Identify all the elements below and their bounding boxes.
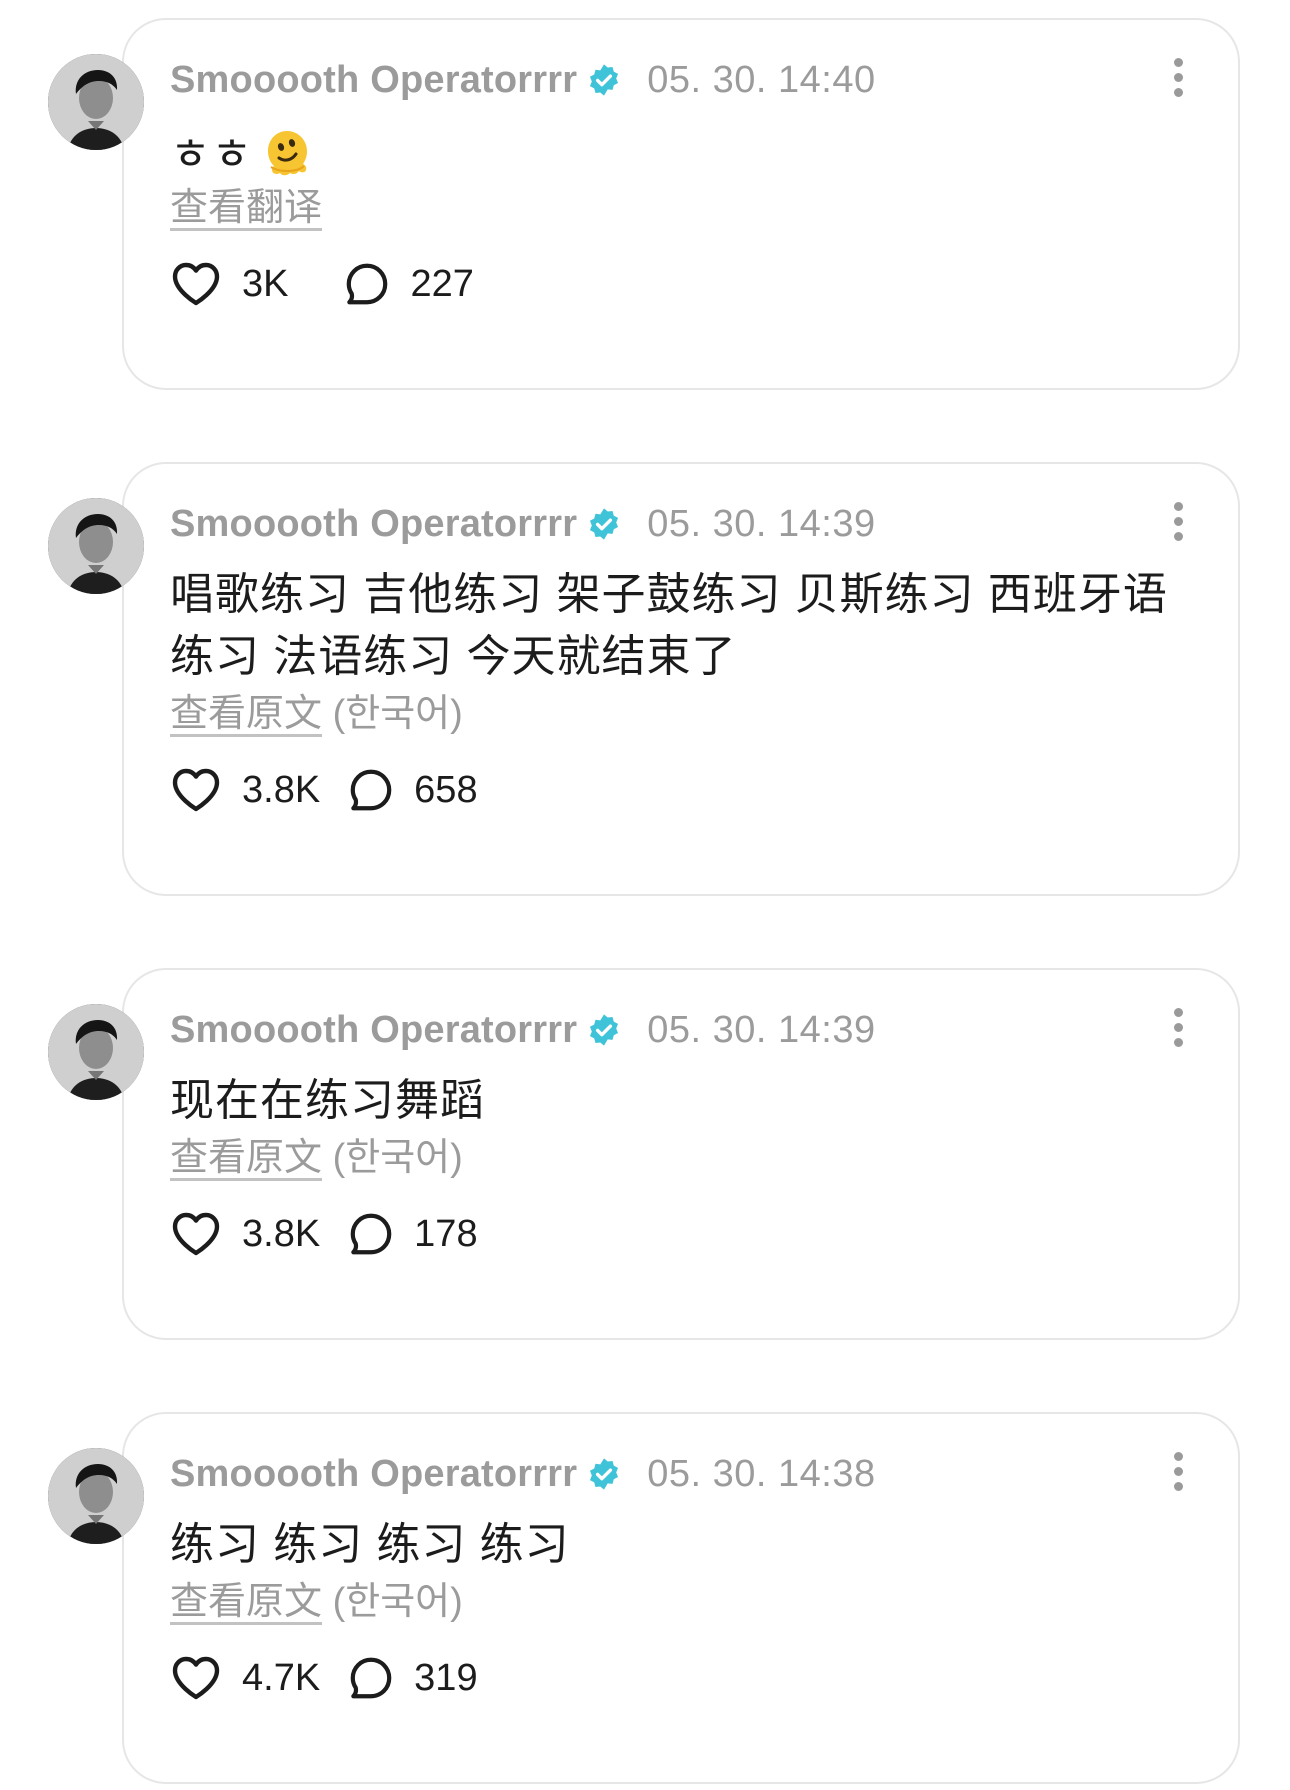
more-options-icon[interactable] (1172, 1008, 1184, 1052)
post-stats: 3.8K 178 (170, 1206, 478, 1262)
post-stats: 3K 227 (170, 256, 474, 312)
verified-badge-icon (590, 1458, 619, 1490)
post-stats: 4.7K 319 (170, 1650, 478, 1706)
like-button[interactable]: 3.8K (170, 1210, 320, 1258)
heart-icon (172, 262, 220, 306)
heart-icon (172, 768, 220, 812)
translation-row: 查看原文 (한국어) (170, 1570, 463, 1625)
translation-row: 查看翻译 (170, 176, 322, 231)
verified-badge-icon (590, 508, 619, 540)
profile-photo (48, 54, 144, 150)
heart-icon (172, 1212, 220, 1256)
post-time: 05. 30. 14:39 (647, 1008, 876, 1051)
username[interactable]: Smooooth Operatorrrr (170, 503, 577, 546)
like-count: 3.8K (242, 1212, 321, 1255)
comment-count: 227 (410, 262, 474, 305)
comment-bubble-icon (350, 1657, 392, 1699)
like-button[interactable]: 3K (170, 260, 288, 308)
post-stats: 3.8K 658 (170, 762, 478, 818)
content-line: 练习 法语练习 今天就结束了 (170, 632, 737, 681)
original-language: (한국어) (332, 1137, 463, 1179)
more-options-icon[interactable] (1172, 1452, 1184, 1496)
more-options-icon[interactable] (1172, 502, 1184, 546)
username[interactable]: Smooooth Operatorrrr (170, 59, 577, 102)
post-card[interactable]: Smooooth Operatorrrr 05. 30. 14:39 现在在练习… (122, 968, 1240, 1340)
view-original-link[interactable]: 查看原文 (170, 693, 322, 735)
comment-button[interactable]: 658 (348, 767, 478, 813)
original-language: (한국어) (332, 1581, 463, 1623)
post-card[interactable]: Smooooth Operatorrrr 05. 30. 14:38 练习 练习… (122, 1412, 1240, 1784)
post-card[interactable]: Smooooth Operatorrrr 05. 30. 14:40 ㅎㅎ 查看… (122, 18, 1240, 390)
view-original-link[interactable]: 查看原文 (170, 1137, 322, 1179)
post-header: Smooooth Operatorrrr 05. 30. 14:39 (170, 1008, 876, 1052)
translation-row: 查看原文 (한국어) (170, 682, 463, 737)
profile-photo (48, 1004, 144, 1100)
post-content: 现在在练习舞蹈 (170, 1076, 485, 1125)
original-language: (한국어) (332, 693, 463, 735)
like-count: 3.8K (242, 768, 321, 811)
view-original-link[interactable]: 查看原文 (170, 1581, 322, 1623)
post-header: Smooooth Operatorrrr 05. 30. 14:39 (170, 502, 876, 546)
view-translation-link[interactable]: 查看翻译 (170, 187, 322, 229)
like-button[interactable]: 4.7K (170, 1654, 320, 1702)
comment-bubble-icon (347, 263, 388, 305)
comment-count: 658 (414, 768, 478, 811)
post-content: 唱歌练习 吉他练习 架子鼓练习 贝斯练习 西班牙语 练习 法语练习 今天就结束了 (170, 564, 1168, 688)
post-time: 05. 30. 14:39 (647, 502, 876, 545)
profile-photo (48, 498, 144, 594)
post-time: 05. 30. 14:40 (647, 58, 876, 101)
like-count: 3K (242, 262, 289, 305)
avatar[interactable] (48, 1004, 144, 1100)
comment-count: 178 (414, 1212, 478, 1255)
post-header: Smooooth Operatorrrr 05. 30. 14:40 (170, 58, 876, 102)
comment-bubble-icon (350, 1213, 392, 1255)
post-time: 05. 30. 14:38 (647, 1452, 876, 1495)
comment-button[interactable]: 178 (348, 1211, 478, 1257)
comment-button[interactable]: 319 (348, 1655, 478, 1701)
melting-face-emoji-icon (267, 131, 307, 176)
verified-badge-icon (590, 64, 619, 96)
heart-icon (172, 1656, 220, 1700)
more-options-icon[interactable] (1172, 58, 1184, 102)
username[interactable]: Smooooth Operatorrrr (170, 1009, 577, 1052)
like-count: 4.7K (242, 1656, 321, 1699)
verified-badge-icon (590, 1014, 619, 1046)
translation-row: 查看原文 (한국어) (170, 1126, 463, 1181)
post-card[interactable]: Smooooth Operatorrrr 05. 30. 14:39 唱歌练习 … (122, 462, 1240, 896)
profile-photo (48, 1448, 144, 1544)
avatar[interactable] (48, 54, 144, 150)
content-line: 唱歌练习 吉他练习 架子鼓练习 贝斯练习 西班牙语 (170, 570, 1168, 619)
comment-bubble-icon (350, 769, 392, 811)
comment-button[interactable]: 227 (344, 261, 474, 307)
like-button[interactable]: 3.8K (170, 766, 320, 814)
avatar[interactable] (48, 1448, 144, 1544)
avatar[interactable] (48, 498, 144, 594)
post-content: 练习 练习 练习 练习 (170, 1520, 570, 1569)
username[interactable]: Smooooth Operatorrrr (170, 1453, 577, 1496)
post-header: Smooooth Operatorrrr 05. 30. 14:38 (170, 1452, 876, 1496)
comment-count: 319 (414, 1656, 478, 1699)
